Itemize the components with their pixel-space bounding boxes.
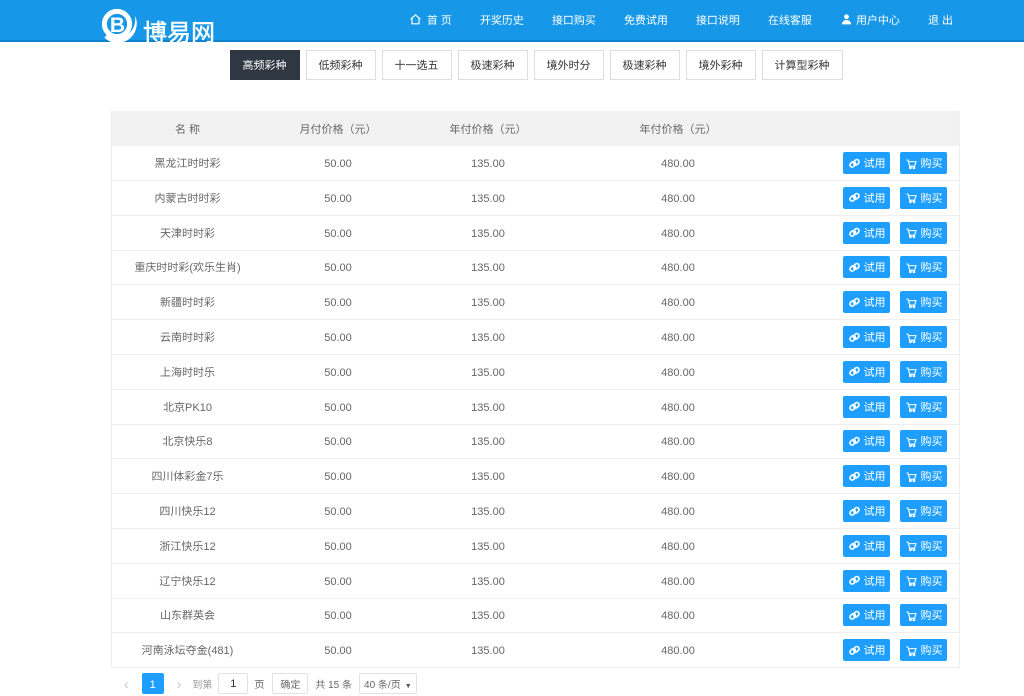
svg-text:B: B bbox=[110, 14, 125, 37]
